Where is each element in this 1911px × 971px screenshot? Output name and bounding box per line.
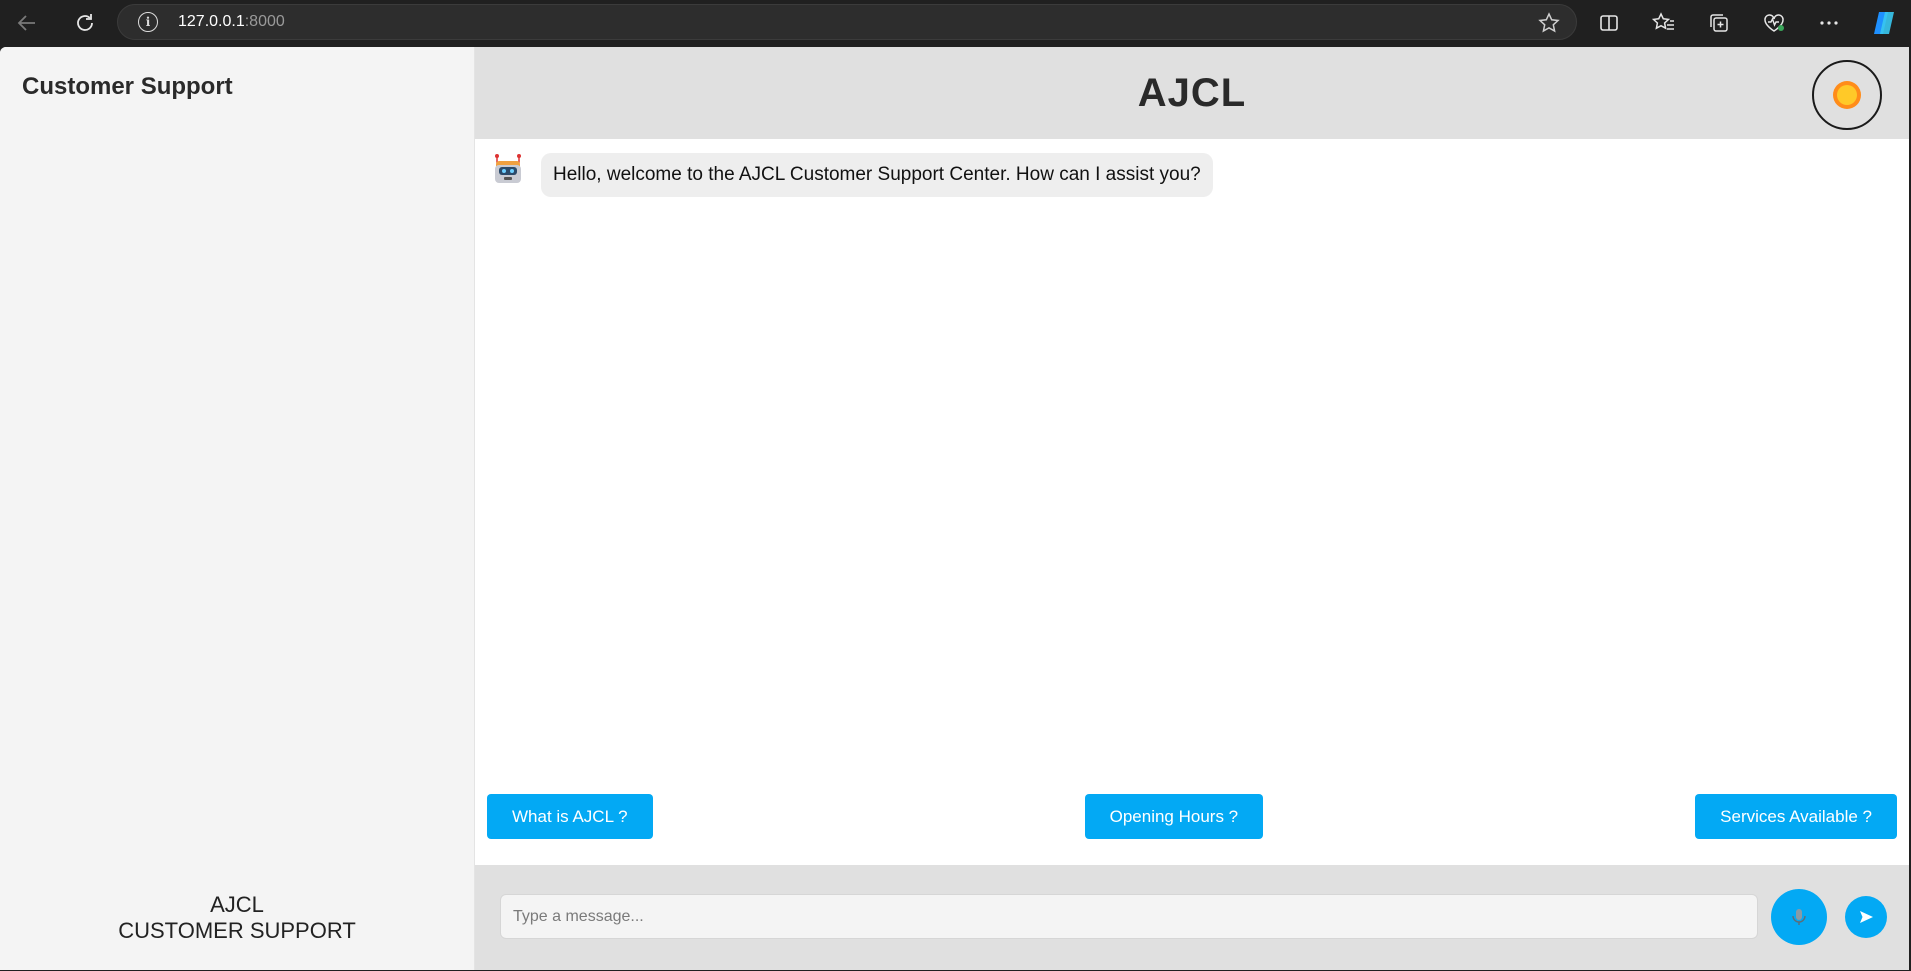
quick-reply-opening-hours[interactable]: Opening Hours ? bbox=[1084, 794, 1264, 839]
theme-toggle-button[interactable] bbox=[1812, 60, 1882, 130]
sidebar-footer: AJCL CUSTOMER SUPPORT bbox=[0, 892, 474, 944]
split-screen-icon[interactable] bbox=[1581, 0, 1636, 46]
bot-message-bubble: Hello, welcome to the AJCL Customer Supp… bbox=[541, 153, 1213, 197]
favorite-star-icon[interactable] bbox=[1538, 12, 1560, 39]
sidebar-title: Customer Support bbox=[22, 73, 233, 100]
chat-panel: AJCL Hello, welcome to the AJCL Customer… bbox=[475, 47, 1909, 970]
sidebar-footer-subtitle: CUSTOMER SUPPORT bbox=[118, 918, 356, 943]
quick-reply-what-is-ajcl[interactable]: What is AJCL ? bbox=[487, 794, 653, 839]
collections-icon[interactable] bbox=[1691, 0, 1746, 46]
browser-toolbar: i 127.0.0.1:8000 bbox=[0, 0, 1911, 46]
favorites-icon[interactable] bbox=[1636, 0, 1691, 46]
sun-icon bbox=[1833, 81, 1861, 109]
reload-icon bbox=[77, 14, 93, 31]
browser-essentials-icon[interactable] bbox=[1746, 0, 1801, 46]
reload-button[interactable] bbox=[66, 4, 104, 42]
copilot-icon[interactable] bbox=[1856, 0, 1911, 46]
page: Customer Support AJCL CUSTOMER SUPPORT A… bbox=[0, 47, 1909, 970]
more-options-icon[interactable] bbox=[1801, 0, 1856, 46]
microphone-button[interactable] bbox=[1771, 889, 1827, 945]
sidebar-footer-brand: AJCL bbox=[210, 892, 264, 917]
send-icon bbox=[1860, 911, 1873, 923]
robot-icon bbox=[495, 154, 521, 183]
chat-header: AJCL bbox=[475, 47, 1909, 139]
sidebar: Customer Support AJCL CUSTOMER SUPPORT bbox=[0, 47, 475, 970]
send-button[interactable] bbox=[1845, 896, 1887, 938]
url-text: 127.0.0.1:8000 bbox=[178, 13, 285, 30]
back-button[interactable] bbox=[8, 4, 46, 42]
message-composer bbox=[475, 865, 1909, 970]
bot-message: Hello, welcome to the AJCL Customer Supp… bbox=[491, 153, 1213, 197]
site-info-icon[interactable]: i bbox=[138, 12, 158, 32]
quick-replies: What is AJCL ? Opening Hours ? Services … bbox=[487, 794, 1897, 840]
address-bar[interactable]: i 127.0.0.1:8000 bbox=[117, 4, 1577, 40]
browser-actions bbox=[1581, 0, 1911, 46]
quick-reply-services-available[interactable]: Services Available ? bbox=[1695, 794, 1897, 839]
message-input[interactable] bbox=[500, 894, 1758, 939]
microphone-icon bbox=[1792, 909, 1806, 925]
message-list: Hello, welcome to the AJCL Customer Supp… bbox=[475, 139, 1909, 699]
arrow-left-icon bbox=[17, 15, 35, 31]
chat-title: AJCL bbox=[1137, 70, 1247, 115]
